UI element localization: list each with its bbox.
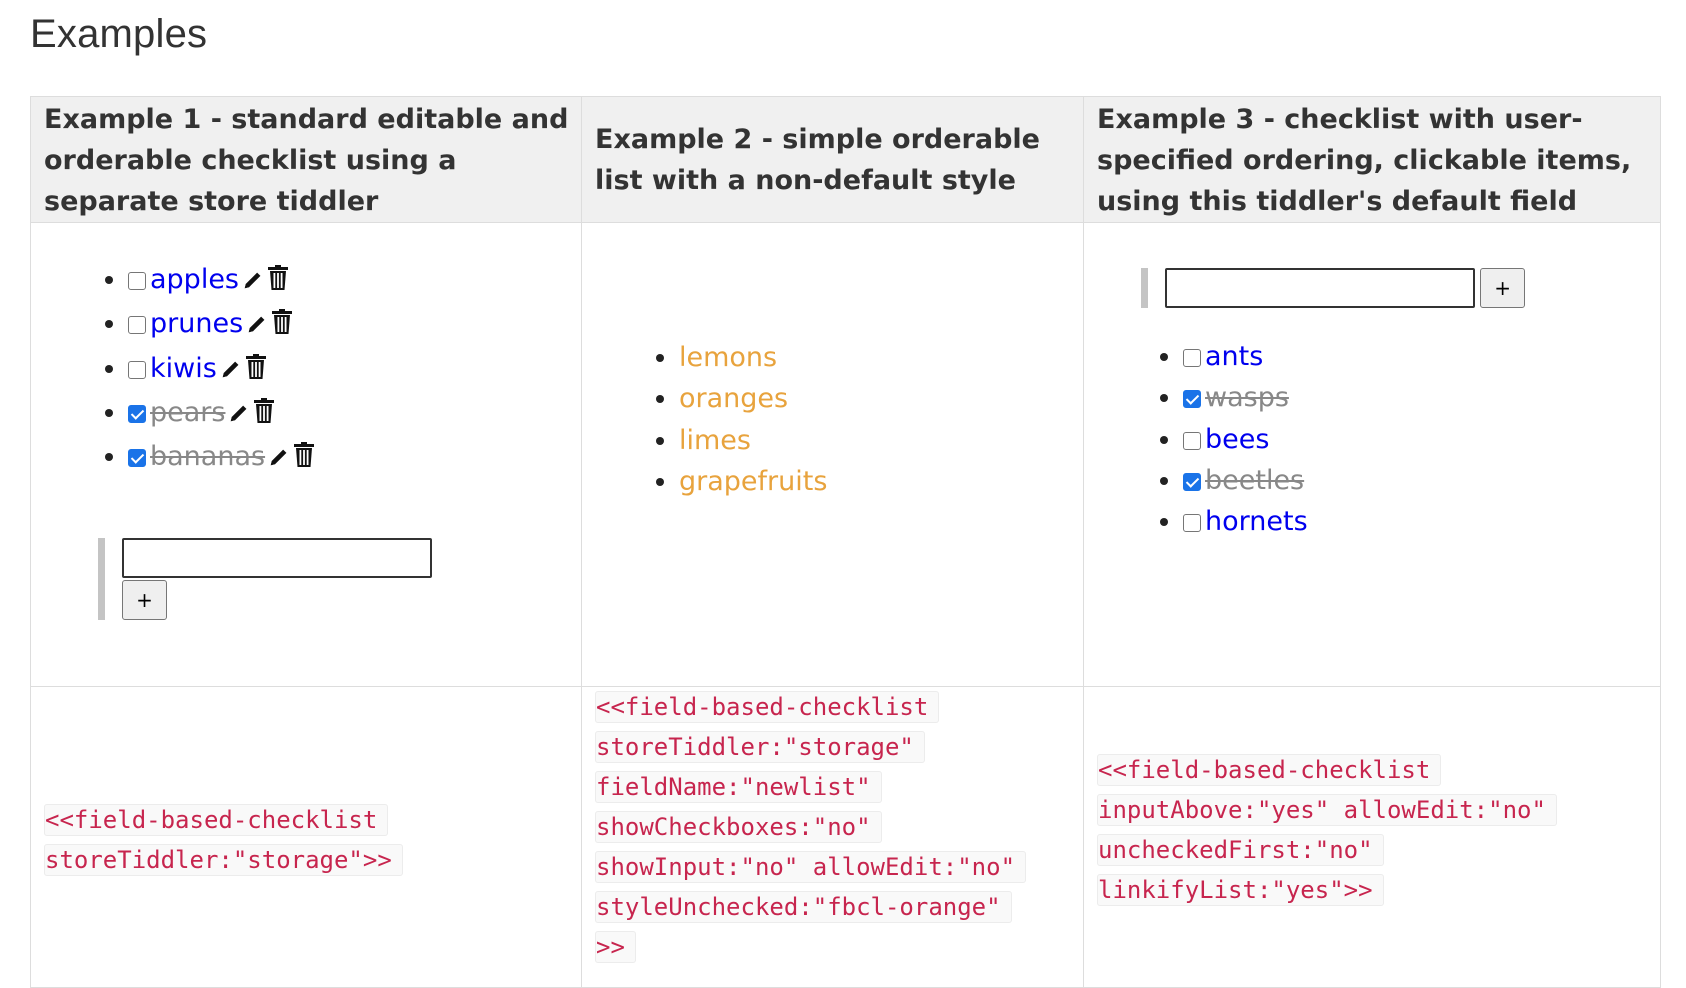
header-example-3: Example 3 - checklist with user-specifie… — [1083, 96, 1661, 223]
add-item-button[interactable]: + — [1480, 268, 1526, 308]
example-1-checklist: apples prunes kiwis pears bananas — [44, 259, 569, 480]
example-1-code: <<field-based-checklist storeTiddler:"sto… — [44, 687, 569, 880]
item-checkbox[interactable] — [128, 360, 146, 379]
trash-icon[interactable] — [267, 262, 289, 303]
example-3-code-cell: <<field-based-checklist inputAbove:"yes" … — [1083, 686, 1661, 988]
example-3-input-block: + — [1141, 268, 1648, 308]
code-line: storeTiddler:"storage">> — [44, 844, 403, 876]
code-line: linkifyList:"yes">> — [1097, 874, 1384, 906]
demo-row: apples prunes kiwis pears bananas + lemons or… — [30, 222, 1661, 687]
examples-table: Example 1 - standard editable and ordera… — [30, 96, 1661, 988]
example-1-code-cell: <<field-based-checklist storeTiddler:"sto… — [30, 686, 582, 988]
item-label: oranges — [679, 383, 789, 415]
item-label[interactable]: hornets — [1205, 506, 1308, 537]
new-item-input[interactable] — [1165, 268, 1475, 308]
code-line: showInput:"no" allowEdit:"no" — [595, 851, 1027, 883]
list-item: prunes — [128, 303, 569, 347]
item-label: wasps — [1205, 382, 1289, 414]
list-item: grapefruits — [679, 461, 1071, 502]
example-1-cell: apples prunes kiwis pears bananas + — [30, 222, 582, 687]
code-line: <<field-based-checklist — [44, 804, 389, 836]
list-item: lemons — [679, 337, 1071, 378]
list-item: bananas — [128, 436, 569, 480]
list-item: ants — [1183, 336, 1648, 377]
item-checkbox[interactable] — [128, 316, 146, 335]
list-item: pears — [128, 392, 569, 436]
code-line: <<field-based-checklist — [1097, 754, 1442, 786]
trash-icon[interactable] — [253, 395, 275, 436]
pencil-icon[interactable] — [246, 306, 268, 347]
code-line: >> — [595, 931, 636, 963]
list-item: wasps — [1183, 377, 1648, 418]
list-item: beetles — [1183, 460, 1648, 501]
example-2-code-cell: <<field-based-checklist storeTiddler:"sto… — [581, 686, 1084, 988]
item-label: bananas — [150, 441, 266, 473]
header-row: Example 1 - standard editable and ordera… — [30, 96, 1661, 223]
item-label: grapefruits — [679, 465, 828, 497]
item-checkbox[interactable] — [1183, 431, 1201, 450]
item-label: limes — [679, 424, 751, 456]
list-item: hornets — [1183, 501, 1648, 542]
code-line: uncheckedFirst:"no" — [1097, 834, 1384, 866]
item-label[interactable]: apples — [150, 264, 239, 295]
code-line: styleUnchecked:"fbcl-orange" — [595, 891, 1012, 923]
pencil-icon[interactable] — [242, 262, 264, 303]
item-checkbox[interactable] — [128, 404, 146, 423]
list-item: apples — [128, 259, 569, 303]
example-2-list: lemons oranges limes grapefruits — [595, 337, 1071, 502]
code-line: inputAbove:"yes" allowEdit:"no" — [1097, 794, 1557, 826]
pencil-icon[interactable] — [268, 439, 290, 480]
code-line: storeTiddler:"storage" — [595, 731, 925, 763]
pencil-icon[interactable] — [220, 351, 242, 392]
item-checkbox[interactable] — [128, 272, 146, 290]
add-item-button[interactable]: + — [122, 580, 167, 621]
item-label: beetles — [1205, 464, 1305, 496]
item-label[interactable]: bees — [1205, 424, 1269, 455]
example-1-input-block: + — [98, 538, 569, 621]
list-item: limes — [679, 420, 1071, 461]
page-title: Examples — [30, 12, 208, 56]
example-2-code: <<field-based-checklist storeTiddler:"sto… — [595, 687, 1071, 967]
trash-icon[interactable] — [245, 351, 267, 392]
trash-icon[interactable] — [293, 439, 315, 480]
trash-icon[interactable] — [271, 306, 293, 347]
list-item: bees — [1183, 419, 1648, 460]
code-line: <<field-based-checklist — [595, 691, 940, 723]
pencil-icon[interactable] — [228, 395, 250, 436]
code-line: fieldName:"newlist" — [595, 771, 882, 803]
code-line: showCheckboxes:"no" — [595, 811, 882, 843]
new-item-input[interactable] — [122, 538, 432, 579]
list-item: kiwis — [128, 348, 569, 392]
item-checkbox[interactable] — [1183, 349, 1201, 367]
item-label[interactable]: kiwis — [150, 353, 217, 384]
item-label: pears — [150, 396, 226, 428]
example-2-cell: lemons oranges limes grapefruits — [581, 222, 1084, 687]
example-3-checklist: ants wasps bees beetles hornets — [1097, 336, 1648, 542]
item-checkbox[interactable] — [1183, 390, 1201, 409]
example-3-code: <<field-based-checklist inputAbove:"yes" … — [1097, 687, 1648, 910]
item-checkbox[interactable] — [1183, 472, 1201, 491]
list-item: oranges — [679, 378, 1071, 419]
item-label[interactable]: ants — [1205, 341, 1263, 372]
example-3-cell: + ants wasps bees beetles hornets — [1083, 222, 1661, 687]
item-checkbox[interactable] — [1183, 514, 1201, 533]
item-label[interactable]: prunes — [150, 308, 243, 339]
header-example-1: Example 1 - standard editable and ordera… — [30, 96, 582, 223]
code-row: <<field-based-checklist storeTiddler:"sto… — [30, 686, 1661, 988]
item-label: lemons — [679, 341, 778, 373]
header-example-2: Example 2 - simple orderable list with a… — [581, 96, 1084, 223]
item-checkbox[interactable] — [128, 449, 146, 468]
